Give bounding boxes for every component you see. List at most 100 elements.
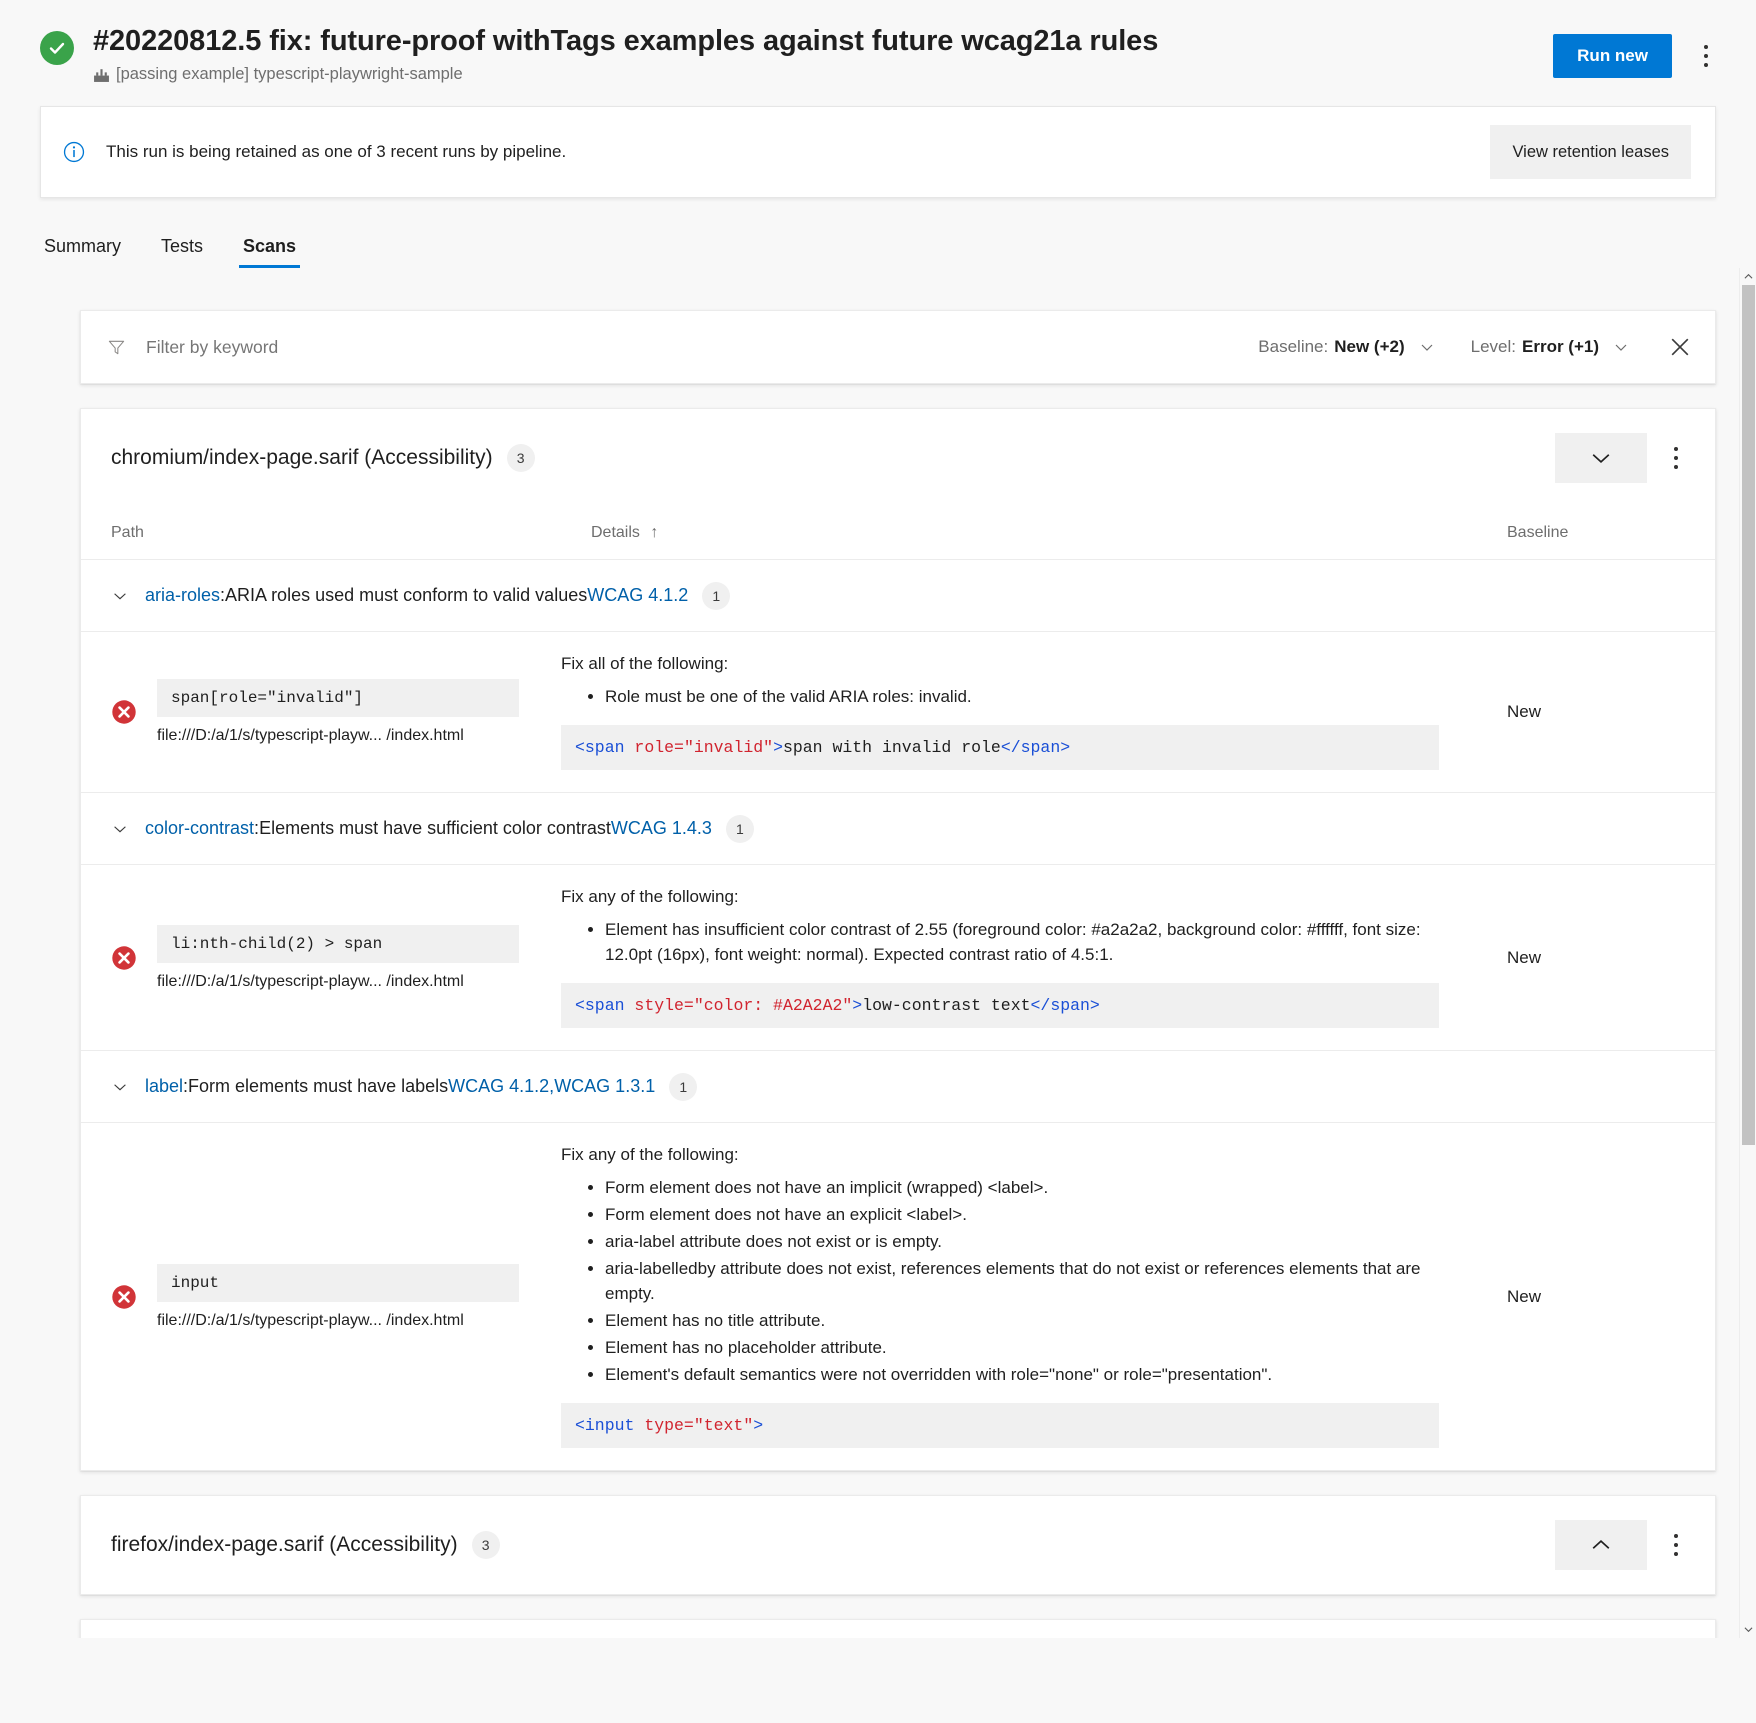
list-item: Element has no title attribute. [605,1308,1439,1333]
rule-wcag-link[interactable]: WCAG 4.1.2 [587,585,688,606]
tab-bar: Summary Tests Scans [0,198,1756,268]
filter-bar: Baseline: New (+2) Level: Error (+1) [81,311,1715,383]
scan-header: firefox/index-page.sarif (Accessibility)… [81,1496,1715,1594]
fix-list: Element has insufficient color contrast … [561,917,1439,967]
fix-header: Fix all of the following: [561,654,729,673]
rule-description: Form elements must have labels [188,1076,449,1096]
result-file-path: file:///D:/a/1/s/typescript-playw... /in… [157,972,464,990]
column-header-details[interactable]: Details ↑ [591,524,1465,542]
rule-wcag-link[interactable]: WCAG 4.1.2,WCAG 1.3.1 [448,1076,655,1097]
result-baseline: New [1507,947,1542,967]
snippet-token: </span> [1030,996,1100,1015]
view-retention-leases-button[interactable]: View retention leases [1490,125,1691,179]
page-header: #20220812.5 fix: future-proof withTags e… [0,0,1756,84]
filter-card: Baseline: New (+2) Level: Error (+1) [80,310,1716,384]
kebab-menu-icon[interactable] [1659,1523,1693,1567]
filter-funnel-icon [108,340,125,354]
result-file-path: file:///D:/a/1/s/typescript-playw... /in… [157,727,464,744]
scan-collapse-toggle[interactable] [1555,433,1647,483]
snippet-token: low-contrast text [862,996,1031,1015]
chevron-down-icon [1615,344,1627,351]
result-baseline: New [1507,702,1542,721]
chevron-down-icon[interactable] [111,820,129,838]
vertical-scrollbar[interactable] [1739,268,1756,1638]
info-icon [63,141,85,163]
result-file-path: file:///D:/a/1/s/typescript-playw... /in… [157,1311,464,1329]
level-filter-dropdown[interactable]: Level: Error (+1) [1471,337,1629,357]
scan-card-webkit: webkit/index-page.sarif (Accessibility) … [80,1619,1716,1638]
snippet-token: type= [644,1416,694,1435]
error-icon [112,945,136,970]
rule-description: ARIA roles used must conform to valid va… [225,585,588,605]
results-table: Path Details ↑ Baseline aria-roles : ARI… [81,507,1715,1470]
rule-id-link[interactable]: aria-roles [145,585,220,606]
level-filter-value: Error (+1) [1522,337,1599,356]
pipeline-breadcrumb[interactable]: [passing example] typescript-playwright-… [93,65,1158,84]
scrollbar-thumb[interactable] [1742,285,1755,1145]
table-row: input file:///D:/a/1/s/typescript-playw.… [81,1122,1715,1470]
snippet-token: "color: #A2A2A2" [693,996,853,1015]
check-circle-icon [40,31,74,65]
result-code-snippet: <span role="invalid">span with invalid r… [561,725,1439,770]
rule-count-badge: 1 [725,814,754,843]
snippet-token: role= [634,738,684,757]
rule-row-label[interactable]: label : Form elements must have labels W… [81,1050,1715,1122]
level-filter-label: Level: [1470,337,1516,356]
result-code-snippet: <span style="color: #A2A2A2">low-contras… [561,983,1439,1028]
result-path-cell: input file:///D:/a/1/s/typescript-playw.… [81,1123,561,1470]
result-baseline: New [1507,1286,1542,1306]
run-new-button[interactable]: Run new [1553,34,1672,78]
list-item: Role must be one of the valid ARIA roles… [605,684,1439,709]
tab-scans[interactable]: Scans [239,236,301,268]
list-item: Form element does not have an implicit (… [605,1175,1439,1200]
pipeline-icon [94,69,109,82]
scroll-down-arrow-icon[interactable] [1740,1621,1756,1638]
scan-count-badge: 3 [506,444,535,472]
result-path-cell: li:nth-child(2) > span file:///D:/a/1/s/… [81,865,561,1050]
kebab-menu-icon[interactable] [1686,34,1726,78]
chevron-down-icon [1421,344,1433,351]
retention-banner: This run is being retained as one of 3 r… [40,106,1716,198]
snippet-token: "invalid" [683,738,774,757]
search-input[interactable] [144,335,664,359]
result-selector: li:nth-child(2) > span [157,924,519,963]
result-selector: span[role="invalid"] [157,679,519,717]
column-header-path: Path [111,524,144,541]
title-row: #20220812.5 fix: future-proof withTags e… [40,22,1716,84]
tab-tests[interactable]: Tests [157,236,207,268]
snippet-token: span with invalid role [782,738,1001,757]
rule-id-link[interactable]: label [145,1076,183,1097]
fix-list: Role must be one of the valid ARIA roles… [561,684,1439,709]
result-code-snippet: <input type="text"> [561,1403,1439,1448]
fix-list: Form element does not have an implicit (… [561,1175,1439,1387]
scan-header: chromium/index-page.sarif (Accessibility… [81,409,1715,507]
scan-card-firefox: firefox/index-page.sarif (Accessibility)… [80,1495,1716,1595]
rule-row-aria-roles[interactable]: aria-roles : ARIA roles used must confor… [81,559,1715,631]
tab-summary[interactable]: Summary [40,236,125,268]
error-icon [112,1284,136,1309]
column-header-details-label: Details [591,524,640,541]
rule-id-link[interactable]: color-contrast [145,818,254,839]
chevron-down-icon [1592,454,1610,464]
table-row: span[role="invalid"] file:///D:/a/1/s/ty… [81,631,1715,792]
close-icon[interactable] [1667,334,1693,360]
sort-ascending-arrow-icon: ↑ [650,524,659,541]
scroll-up-arrow-icon[interactable] [1740,268,1756,285]
list-item: Element's default semantics were not ove… [605,1362,1439,1387]
baseline-filter-value: New (+2) [1334,337,1405,356]
kebab-menu-icon[interactable] [1659,436,1693,480]
scan-title: chromium/index-page.sarif (Accessibility… [111,446,493,469]
baseline-filter-dropdown[interactable]: Baseline: New (+2) [1258,337,1434,357]
list-item: Form element does not have an explicit <… [605,1202,1439,1227]
pipeline-name: [passing example] typescript-playwright-… [116,65,463,83]
rule-wcag-link[interactable]: WCAG 1.4.3 [611,818,712,839]
scan-collapse-toggle[interactable] [1555,1520,1647,1570]
result-details-cell: Fix any of the following: Element has in… [561,865,1465,1050]
chevron-up-icon [1592,1539,1610,1549]
chevron-down-icon[interactable] [111,587,129,605]
rule-count-badge: 1 [669,1072,698,1101]
list-item: Element has no placeholder attribute. [605,1335,1439,1360]
rule-row-color-contrast[interactable]: color-contrast : Elements must have suff… [81,792,1715,864]
chevron-down-icon[interactable] [111,1078,129,1096]
result-path-cell: span[role="invalid"] file:///D:/a/1/s/ty… [81,632,561,792]
